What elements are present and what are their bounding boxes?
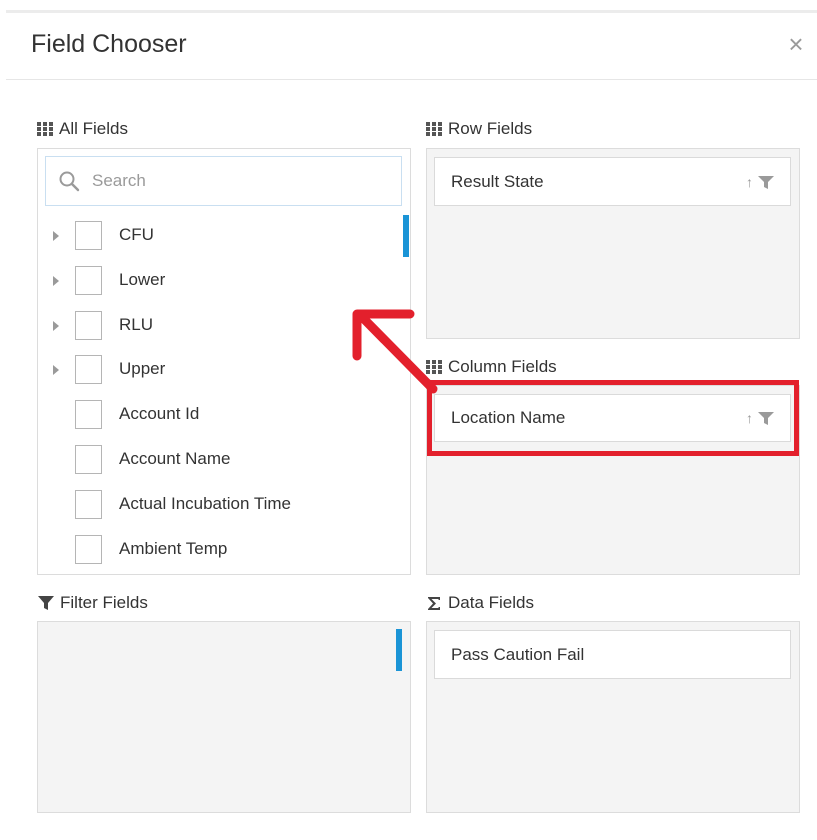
field-list-item[interactable]: Lower	[45, 261, 395, 301]
field-checkbox[interactable]	[75, 445, 102, 474]
filter-fields-header: Filter Fields	[38, 593, 148, 613]
filter-fields-panel	[37, 621, 411, 813]
field-label: Actual Incubation Time	[119, 494, 291, 513]
field-list-item[interactable]: CFU	[45, 216, 395, 256]
data-fields-label: Data Fields	[448, 593, 534, 612]
field-list-item[interactable]: Upper	[45, 350, 395, 390]
header-divider	[6, 79, 817, 80]
field-list-item[interactable]: Actual Incubation Time	[45, 485, 395, 525]
dialog-title: Field Chooser	[31, 30, 187, 58]
field-checkbox[interactable]	[75, 311, 102, 340]
all-fields-scrollbar[interactable]	[403, 215, 409, 257]
close-icon[interactable]: ×	[784, 29, 808, 59]
filter-fields-label: Filter Fields	[60, 593, 148, 612]
field-label: Upper	[119, 359, 166, 378]
field-list-item[interactable]: Ambient Temp	[45, 530, 395, 570]
field-list-item[interactable]: RLU	[45, 306, 395, 346]
search-icon	[58, 170, 80, 192]
all-fields-header: All Fields	[37, 119, 128, 139]
expand-arrow-icon[interactable]	[53, 365, 59, 375]
field-checkbox[interactable]	[75, 400, 102, 429]
row-field-chip[interactable]: Result State ↑	[434, 157, 791, 206]
field-label: Lower	[119, 270, 166, 289]
field-label: RLU	[119, 315, 154, 334]
row-field-label: Result State	[451, 171, 544, 191]
column-fields-label: Column Fields	[448, 357, 557, 376]
search-input[interactable]	[90, 170, 374, 192]
field-label: CFU	[119, 225, 154, 244]
field-checkbox[interactable]	[75, 535, 102, 564]
field-checkbox[interactable]	[75, 266, 102, 295]
expand-arrow-icon[interactable]	[53, 321, 59, 331]
grid-icon	[426, 359, 442, 375]
expand-arrow-icon[interactable]	[53, 231, 59, 241]
sigma-icon	[426, 595, 442, 611]
field-checkbox[interactable]	[75, 355, 102, 384]
grid-icon	[426, 121, 442, 137]
row-fields-header: Row Fields	[426, 119, 532, 139]
grid-icon	[37, 121, 53, 137]
row-fields-label: Row Fields	[448, 119, 533, 138]
data-field-label: Pass Caution Fail	[451, 644, 585, 664]
top-border	[6, 10, 817, 13]
field-list-item[interactable]: Account Id	[45, 395, 395, 435]
expand-arrow-icon[interactable]	[53, 276, 59, 286]
field-label: Account Name	[119, 449, 231, 468]
all-fields-label: All Fields	[59, 119, 128, 138]
annotation-highlight-box	[427, 380, 799, 456]
data-field-chip[interactable]: Pass Caution Fail	[434, 630, 791, 679]
filter-fields-scrollbar[interactable]	[396, 629, 402, 671]
column-fields-header: Column Fields	[426, 357, 557, 377]
search-box[interactable]	[45, 156, 402, 206]
field-checkbox[interactable]	[75, 221, 102, 250]
data-fields-header: Data Fields	[426, 593, 534, 613]
field-list-item[interactable]: Account Name	[45, 440, 395, 480]
field-label: Ambient Temp	[119, 539, 228, 558]
field-label: Account Id	[119, 404, 200, 423]
funnel-icon[interactable]	[758, 175, 774, 189]
field-checkbox[interactable]	[75, 490, 102, 519]
funnel-icon	[38, 595, 54, 611]
sort-arrow-icon[interactable]: ↑	[746, 174, 753, 190]
